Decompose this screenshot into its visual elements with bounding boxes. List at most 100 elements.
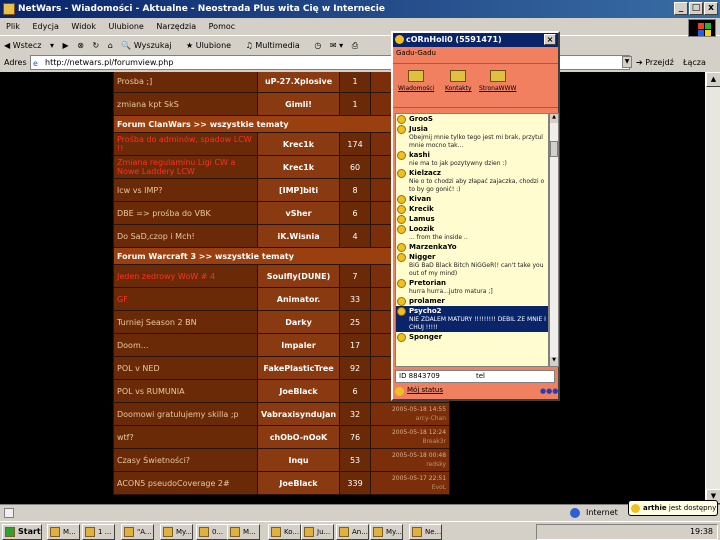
author-link[interactable]: vSher	[258, 202, 340, 224]
gg-menu[interactable]: Gadu-Gadu	[396, 49, 436, 57]
author-link[interactable]: Krec1k	[258, 156, 340, 178]
mail-icon[interactable]: ✉ ▾	[330, 41, 343, 50]
author-link[interactable]: FakePlasticTree	[258, 357, 340, 379]
last-post-author[interactable]: redsky	[374, 460, 446, 469]
gg-contact[interactable]: kashi nie ma to jak pozytywny dzien :)	[396, 150, 548, 168]
author-link[interactable]: [IMP]biti	[258, 179, 340, 201]
topic-link[interactable]: zmiana kpt SkS	[114, 93, 257, 115]
taskbar-button[interactable]: My...	[160, 524, 193, 540]
topic-link[interactable]: Zmiana regulaminu Ligi CW a Nowe Laddery…	[114, 156, 257, 178]
author-link[interactable]: uP-27.Xplosive	[258, 72, 340, 92]
author-link[interactable]: Impaler	[258, 334, 340, 356]
menu-edit[interactable]: Edycja	[32, 22, 58, 31]
favorites-button[interactable]: ★ Ulubione	[186, 41, 237, 50]
taskbar-button[interactable]: My...	[370, 524, 403, 540]
author-link[interactable]: JoeBlack	[258, 380, 340, 402]
author-link[interactable]: Inqu	[258, 449, 340, 471]
gg-notification-popup[interactable]: arthie jest dostępny	[628, 500, 718, 516]
gg-contacts-button[interactable]: Kontakty	[445, 70, 472, 92]
author-link[interactable]: chObO-nOoK	[258, 426, 340, 448]
stop-icon[interactable]: ⊗	[77, 41, 84, 50]
topic-link[interactable]: ACON5 pseudoCoverage 2#	[114, 472, 257, 494]
gg-contact[interactable]: Sponger	[396, 332, 548, 342]
start-button[interactable]: Start	[2, 524, 42, 540]
gg-status-link[interactable]: Mój status	[395, 386, 443, 396]
forum-row[interactable]: wtf? chObO-nOoK 76 2005-05-18 12:24 Break3r	[114, 426, 450, 448]
gg-contact[interactable]: Lamus	[396, 214, 548, 224]
taskbar-button[interactable]: "A...	[121, 524, 154, 540]
back-button[interactable]: ◀ Wstecz ▾	[4, 41, 54, 50]
gg-contact[interactable]: Jusia Obejmij mnie tylko tego jest mi bra…	[396, 124, 548, 150]
topic-link[interactable]: lcw vs IMP?	[114, 179, 257, 201]
search-button[interactable]: 🔍 Wyszukaj	[121, 41, 177, 50]
menu-help[interactable]: Pomoc	[209, 22, 236, 31]
menu-favorites[interactable]: Ulubione	[109, 22, 144, 31]
minimize-button[interactable]: _	[674, 2, 688, 15]
menu-tools[interactable]: Narzędzia	[156, 22, 196, 31]
gg-close-button[interactable]: ×	[544, 34, 556, 45]
topic-link[interactable]: Turniej Season 2 BN	[114, 311, 257, 333]
last-post-author[interactable]: arcy-Chan	[374, 414, 446, 423]
taskbar-button[interactable]: 1 ...	[82, 524, 115, 540]
taskbar-button[interactable]: Ko...	[268, 524, 301, 540]
scroll-up-icon[interactable]: ▲	[706, 72, 720, 87]
gg-contact[interactable]: Loozik... from the inside ..	[396, 224, 548, 242]
author-link[interactable]: Vabraxisyndujan	[258, 403, 340, 425]
topic-link[interactable]: wtf?	[114, 426, 257, 448]
author-link[interactable]: Gimli!	[258, 93, 340, 115]
gg-contact[interactable]: Psycho2 NIE ZDALEM MATURY !!!!!!!!! DEBIL…	[396, 306, 548, 332]
taskbar-button[interactable]: Ju...	[301, 524, 334, 540]
taskbar-button[interactable]: 0...	[196, 524, 229, 540]
forum-row[interactable]: Doomowi gratulujemy skilla ;p Vabraxisynd…	[114, 403, 450, 425]
last-post-author[interactable]: Break3r	[374, 437, 446, 446]
address-dropdown-icon[interactable]: ▼	[622, 56, 632, 68]
gg-scroll-thumb[interactable]	[550, 141, 558, 157]
gg-scroll-down-icon[interactable]: ▼	[550, 357, 558, 366]
refresh-icon[interactable]: ↻	[93, 41, 100, 50]
links-button[interactable]: Łącza	[683, 54, 706, 71]
author-link[interactable]: Krec1k	[258, 133, 340, 155]
topic-link[interactable]: DBE => prośba do VBK	[114, 202, 257, 224]
go-button[interactable]: ➔ Przejdź	[636, 54, 674, 71]
gg-scrollbar[interactable]: ▲ ▼	[549, 113, 559, 367]
topic-link[interactable]: Doomowi gratulujemy skilla ;p	[114, 403, 257, 425]
close-button[interactable]: x	[704, 2, 718, 15]
author-link[interactable]: Soulfly(DUNE)	[258, 265, 340, 287]
last-post-author[interactable]: EvoL	[374, 483, 446, 492]
gg-scroll-up-icon[interactable]: ▲	[550, 114, 558, 123]
gg-id-field[interactable]: ID 8843709 tel	[395, 370, 555, 383]
taskbar-button[interactable]: M...	[47, 524, 80, 540]
menu-view[interactable]: Widok	[71, 22, 96, 31]
maximize-button[interactable]: □	[689, 2, 703, 15]
topic-link[interactable]: GF	[114, 288, 257, 310]
topic-link[interactable]: Prosba ;]	[114, 72, 257, 92]
multimedia-button[interactable]: ♫ Multimedia	[246, 41, 306, 50]
print-icon[interactable]: ⎙	[352, 41, 358, 50]
gg-dots-icon[interactable]: ●●●	[540, 387, 558, 395]
gg-contact[interactable]: prolamer	[396, 296, 548, 306]
gg-messages-button[interactable]: Wiadomości	[398, 70, 434, 92]
gg-contact[interactable]: Kielzacz Nie o to chodzi aby złapać zajac…	[396, 168, 548, 194]
topic-link[interactable]: POL v NED	[114, 357, 257, 379]
history-icon[interactable]: ◷	[314, 41, 321, 50]
author-link[interactable]: iK.Wisnia	[258, 225, 340, 247]
topic-link[interactable]: Doom...	[114, 334, 257, 356]
author-link[interactable]: Animator.	[258, 288, 340, 310]
gg-contact[interactable]: GrooS	[396, 114, 548, 124]
gg-contact[interactable]: Nigger BiG BaD Black Bitch NiGGeR(! can't…	[396, 252, 548, 278]
topic-link[interactable]: Jeden zedrowy WoW # 4	[114, 265, 257, 287]
home-icon[interactable]: ⌂	[108, 41, 113, 50]
author-link[interactable]: Darky	[258, 311, 340, 333]
gg-contact[interactable]: MarzenkaYo	[396, 242, 548, 252]
gg-contact[interactable]: Kivan	[396, 194, 548, 204]
taskbar-button[interactable]: An...	[336, 524, 369, 540]
topic-link[interactable]: Prośba do adminów, spadow LCW !!	[114, 133, 257, 155]
forum-row[interactable]: ACON5 pseudoCoverage 2# JoeBlack 339 2005-0…	[114, 472, 450, 494]
author-link[interactable]: JoeBlack	[258, 472, 340, 494]
topic-link[interactable]: Do SaD,czop i Mch!	[114, 225, 257, 247]
menu-file[interactable]: Plik	[6, 22, 20, 31]
window-titlebar[interactable]: NetWars - Wiadomości - Aktualne - Neostr…	[0, 0, 720, 18]
taskbar-button[interactable]: M...	[227, 524, 260, 540]
forward-button[interactable]: ▶	[63, 41, 69, 50]
gg-contact[interactable]: Pretorian hurra hurra...jutro matura ;]	[396, 278, 548, 296]
